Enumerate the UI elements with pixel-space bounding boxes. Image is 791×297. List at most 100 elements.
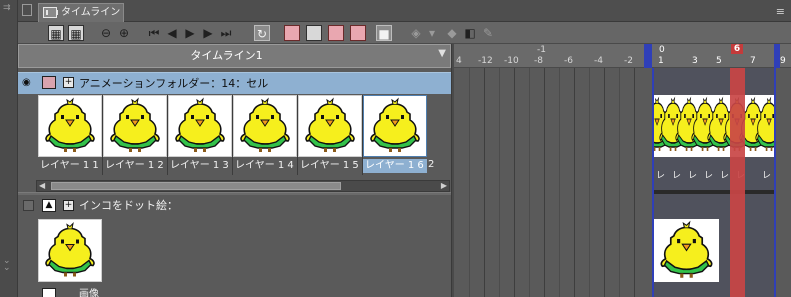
cel-thumbnail-selected[interactable]: レイヤー 1 6 (363, 95, 427, 175)
folder-span-bar (654, 190, 774, 194)
cel-label: レイヤー 1 6 (363, 159, 427, 173)
timeline-name-dropdown[interactable]: タイムライン1 ▼ (18, 44, 451, 68)
ruler-number: 3 (692, 56, 698, 66)
playback-start-marker[interactable] (644, 44, 652, 68)
first-frame-icon[interactable]: ⏮ (146, 25, 162, 41)
animation-folder-row[interactable]: ◉ + アニメーションフォルダー：14：セル (18, 72, 452, 94)
visibility-eye-icon[interactable]: ◉ (22, 77, 34, 89)
playback-end-marker[interactable] (774, 44, 780, 68)
cel-image (168, 95, 232, 157)
current-frame-indicator[interactable]: 6 (731, 44, 743, 54)
cel-label: レイヤー 1 1 (40, 160, 99, 171)
cel-frame-mark: レ (656, 171, 666, 181)
ruler-zero-label: 0 (659, 45, 665, 55)
cel-label: レイヤー 1 2 (105, 160, 164, 171)
edit-timeline-icon[interactable]: ▦ (68, 25, 84, 41)
cel-strip-scrollbar[interactable]: ◀ ▶ (36, 180, 450, 192)
ruler-number: 5 (716, 56, 722, 66)
cel-frame-marks: レ レ レ レ レ レ レ (654, 168, 774, 184)
cel-image (103, 95, 167, 157)
cel-frame-mark: レ (704, 171, 714, 181)
frame-ruler[interactable]: -1 4 -12 -10 -8 -6 -4 -2 1 3 5 7 9 0 6 (454, 44, 791, 68)
property-icon[interactable]: ◆ (444, 25, 460, 41)
ruler-number: -10 (504, 56, 519, 66)
cel-label: レイヤー 1 5 (300, 160, 359, 171)
ruler-number: 7 (750, 56, 756, 66)
raster-layer-row[interactable]: ▲ + インコをドット絵： (18, 196, 452, 216)
panel-grip-icon[interactable]: ⌄ ⌄ (3, 257, 11, 273)
ruler-number: -12 (478, 56, 493, 66)
ruler-number: -2 (624, 56, 633, 66)
ruler-number: -6 (564, 56, 573, 66)
collapse-icon[interactable]: ⇉ (3, 4, 11, 13)
visibility-toggle[interactable] (23, 200, 34, 211)
ruler-number: -8 (534, 56, 543, 66)
play-icon[interactable]: ▶ (182, 25, 198, 41)
ruler-number: 4 (456, 56, 462, 66)
zoom-in-icon[interactable]: ⊕ (116, 25, 132, 41)
animation-folder-label: アニメーションフォルダー：14：セル (79, 77, 269, 90)
frame-grid[interactable]: レ レ レ レ レ レ レ (454, 68, 791, 297)
panel-menu-icon[interactable]: ≡ (776, 5, 785, 18)
cel-label-overflow: 2 (428, 159, 435, 170)
cel-thumbnail[interactable]: レイヤー 1 1 (38, 95, 103, 175)
expand-icon[interactable]: + (63, 200, 74, 211)
cel-thumbnail[interactable]: レイヤー 1 4 (233, 95, 298, 175)
cel-image (363, 95, 427, 157)
onion-skin-icon[interactable]: ■ (376, 25, 392, 41)
cel-label: レイヤー 1 4 (235, 160, 294, 171)
next-frame-icon[interactable]: ▶ (200, 25, 216, 41)
tab-bar: タイムライン ≡ (18, 0, 791, 22)
image-layer-row[interactable]: 画像 (18, 286, 452, 297)
playback-range-end-line (774, 68, 776, 297)
cel-frame-mark: レ (762, 171, 772, 181)
tab-timeline[interactable]: タイムライン (38, 3, 124, 22)
cel-thumbnail[interactable]: レイヤー 1 3 (168, 95, 233, 175)
cel-image (298, 95, 362, 157)
keyframe-icon[interactable]: ◈ (408, 25, 424, 41)
ruler-number: 1 (658, 56, 664, 66)
panel-side-strip[interactable]: ⇉ ⌄ ⌄ (0, 0, 18, 297)
timeline-name: タイムライン1 (190, 49, 263, 62)
cel-thumbnail[interactable]: レイヤー 1 5 (298, 95, 363, 175)
expand-icon[interactable]: + (63, 77, 74, 88)
image-layer-icon (42, 288, 56, 297)
cel-frame-thumbnails[interactable] (654, 95, 774, 157)
cel-thumbnail[interactable]: レイヤー 1 2 (103, 95, 168, 175)
animation-folder-icon (42, 76, 56, 89)
raster-layer-icon: ▲ (42, 199, 56, 212)
pen-icon[interactable]: ✎ (480, 25, 496, 41)
scroll-left-icon[interactable]: ◀ (39, 181, 45, 191)
panel-icon (22, 4, 32, 16)
cel-image (233, 95, 297, 157)
raster-frame-thumbnail[interactable] (654, 219, 719, 282)
layer-list: ◉ + アニメーションフォルダー：14：セル レイヤー 1 1 レイヤー 1 2… (18, 68, 452, 297)
layer-divider[interactable] (18, 192, 452, 195)
prev-frame-icon[interactable]: ◀ (164, 25, 180, 41)
cel-label: レイヤー 1 3 (170, 160, 229, 171)
scrollbar-thumb[interactable] (51, 182, 341, 190)
loop-icon[interactable]: ↻ (254, 25, 270, 41)
assign-cel-icon[interactable] (328, 25, 344, 41)
chevron-down-icon: ▼ (438, 48, 446, 59)
new-animation-cel-icon[interactable] (306, 25, 322, 41)
image-layer-label: 画像 (79, 289, 99, 297)
cel-frame-mark: レ (672, 171, 682, 181)
cel-frame-mark: レ (688, 171, 698, 181)
cel-thumbnail-strip: レイヤー 1 1 レイヤー 1 2 レイヤー 1 3 レイヤー 1 4 レイヤー (38, 95, 450, 177)
keyframe-interpolation-icon[interactable]: ◧ (462, 25, 478, 41)
last-frame-icon[interactable]: ⏭ (218, 25, 234, 41)
timeline-tab-icon (43, 7, 58, 18)
new-animation-folder-icon[interactable] (284, 25, 300, 41)
layer-thumbnail[interactable] (38, 219, 102, 282)
timeline-toolbar: ▦ ▦ ⊖ ⊕ ⏮ ◀ ▶ ▶ ⏭ ↻ ■ ◈ ▾ ◆ ◧ ✎ (18, 22, 791, 44)
keyframe-add-icon[interactable]: ▾ (424, 25, 440, 41)
new-timeline-icon[interactable]: ▦ (48, 25, 64, 41)
raster-layer-label: インコをドット絵： (79, 199, 178, 212)
current-frame-column (730, 68, 745, 297)
cel-image (38, 95, 102, 157)
scroll-right-icon[interactable]: ▶ (441, 181, 447, 191)
specify-cel-icon[interactable] (350, 25, 366, 41)
zoom-out-icon[interactable]: ⊖ (98, 25, 114, 41)
timeline-panel: ⇉ ⌄ ⌄ タイムライン ≡ ▦ ▦ ⊖ ⊕ ⏮ ◀ ▶ ▶ ⏭ ↻ ■ ◈ ▾ … (0, 0, 791, 297)
